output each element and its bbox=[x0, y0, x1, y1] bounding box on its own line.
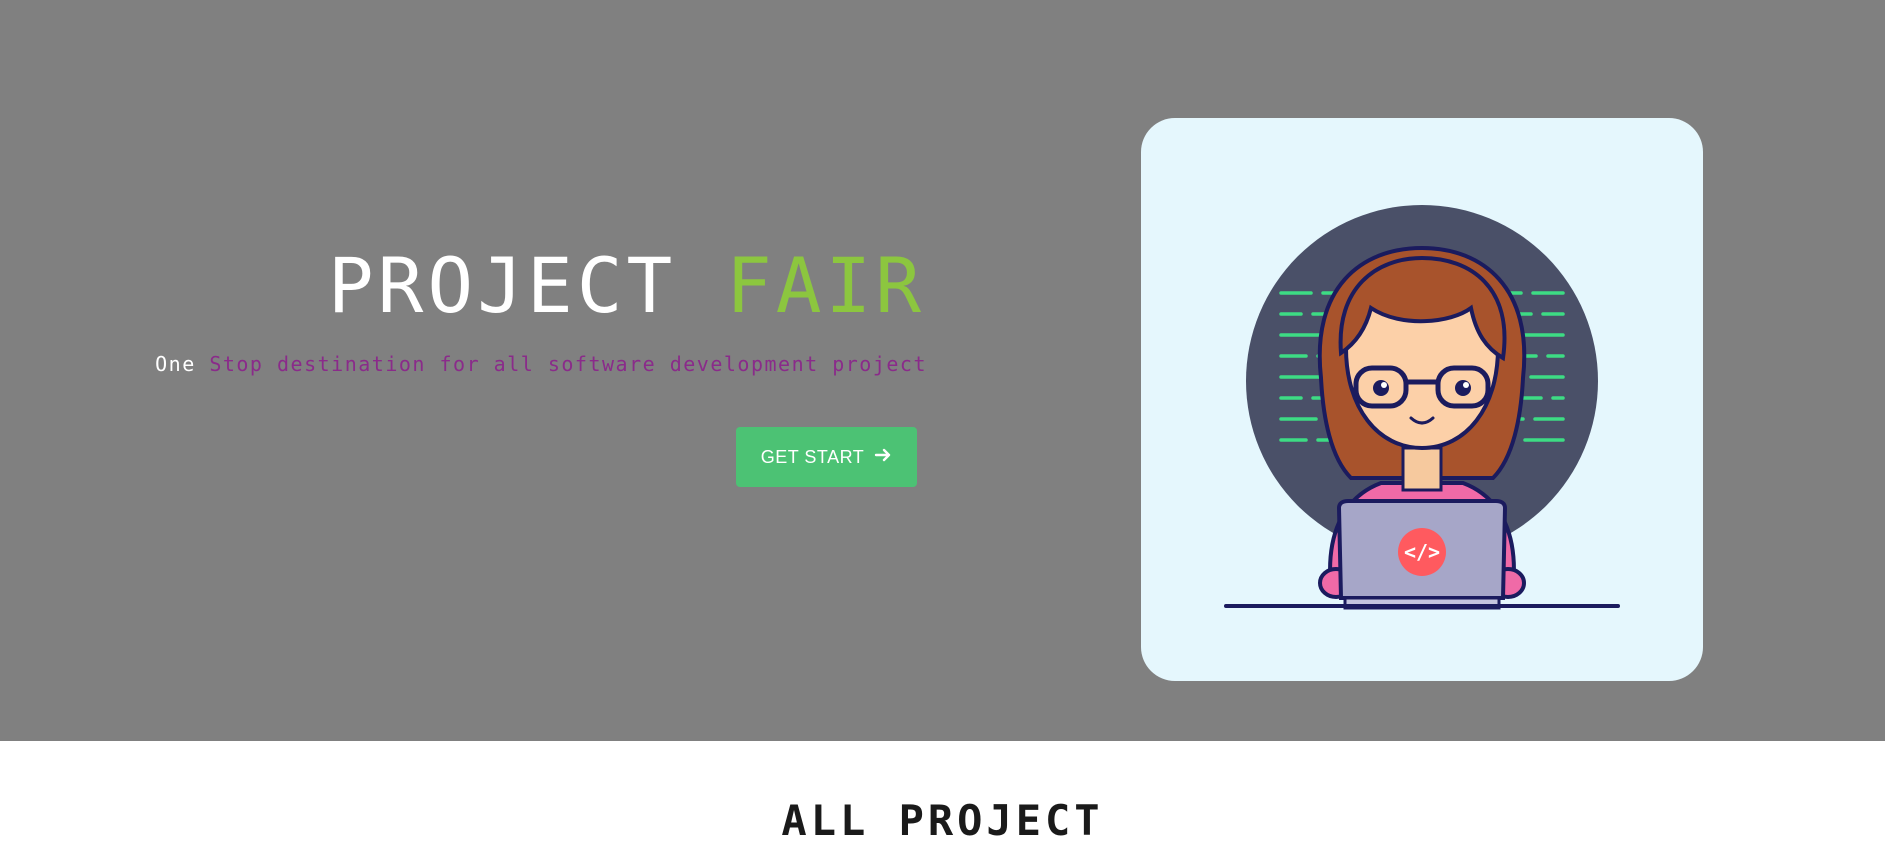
girl-coding-illustration: </> bbox=[1224, 205, 1620, 610]
hero-subtitle: One Stop destination for all software de… bbox=[155, 352, 927, 376]
hero-title: PROJECT FAIR bbox=[328, 248, 925, 324]
get-start-button-label: GET START bbox=[760, 446, 865, 467]
hero-title-accent: FAIR bbox=[725, 241, 925, 330]
hero-title-main: PROJECT bbox=[327, 241, 726, 330]
hero-subtitle-first-word: One bbox=[155, 352, 210, 376]
get-start-button[interactable]: GET START bbox=[736, 427, 917, 487]
hero-illustration-card: </> bbox=[1141, 118, 1703, 681]
hero-subtitle-rest: Stop destination for all software develo… bbox=[209, 352, 927, 376]
hero-section: PROJECT FAIR One Stop destination for al… bbox=[0, 0, 1885, 741]
all-project-heading: ALL PROJECT bbox=[781, 796, 1104, 845]
laptop-logo: </> bbox=[1404, 540, 1440, 564]
arrow-right-icon bbox=[874, 446, 892, 469]
